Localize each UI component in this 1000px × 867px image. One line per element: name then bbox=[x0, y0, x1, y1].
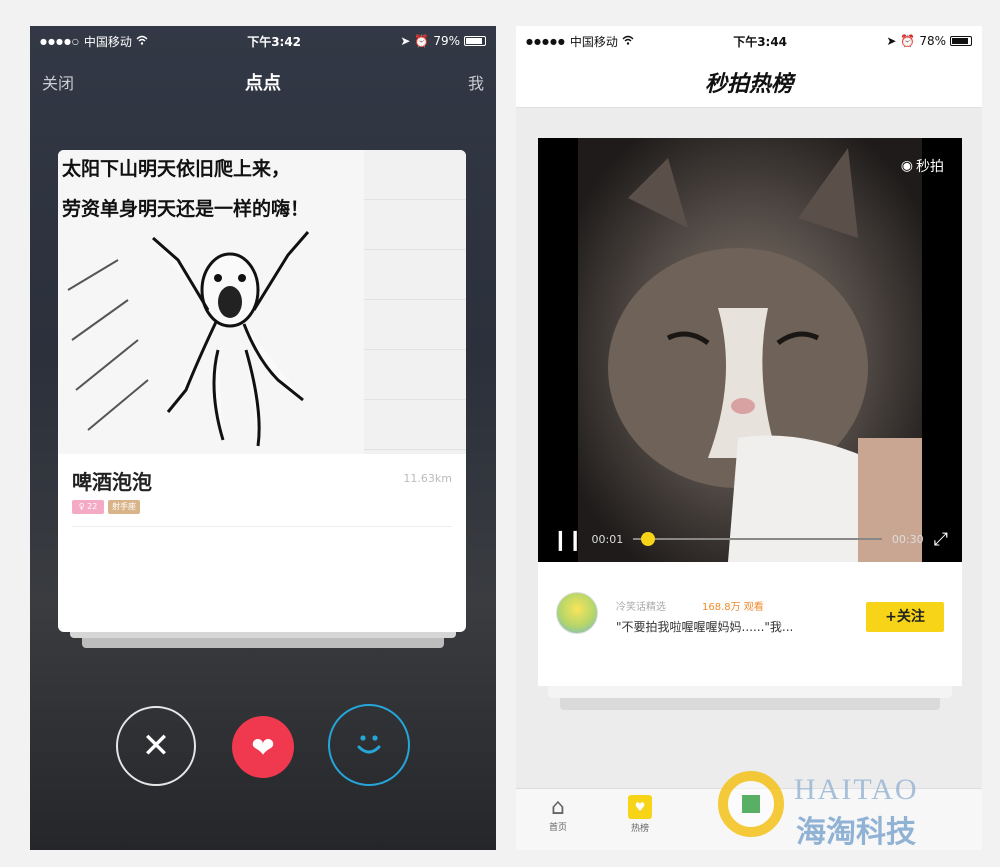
battery-icon bbox=[464, 36, 486, 46]
zodiac-tag: 射手座 bbox=[108, 500, 140, 514]
wifi-icon bbox=[622, 34, 634, 48]
avatar[interactable] bbox=[556, 592, 598, 634]
right-phone-screen: ●●●●● 中国移动 下午3:44 ➤ ⏰ 78% 秒拍热榜 ◉ 秒拍 ❙❙ 0… bbox=[516, 26, 982, 850]
fullscreen-icon[interactable]: ⤢ bbox=[934, 529, 948, 550]
carrier-label: 中国移动 bbox=[569, 34, 618, 49]
alarm-icon: ⏰ bbox=[414, 34, 430, 48]
wifi-icon bbox=[136, 34, 148, 48]
photo-thumbnail-strip bbox=[364, 150, 466, 454]
video-player[interactable]: ◉ 秒拍 ❙❙ 00:01 00:30 ⤢ bbox=[538, 138, 962, 562]
author-name[interactable]: 冷笑话精选 bbox=[616, 598, 666, 613]
meme-image: 太阳下山明天依旧爬上来， 劳资单身明天还是一样的嗨！ bbox=[58, 150, 364, 454]
haitao-logo-icon bbox=[718, 771, 784, 837]
status-bar: ●●●●○ 中国移动 下午3:42 ➤ ⏰ 79% bbox=[30, 26, 496, 56]
smile-icon bbox=[349, 723, 389, 767]
progress-thumb[interactable] bbox=[640, 532, 655, 546]
view-count: 168.8万 观看 bbox=[702, 602, 764, 613]
close-button[interactable]: 关闭 bbox=[42, 70, 74, 94]
battery-percent: 78% bbox=[919, 34, 946, 48]
like-button[interactable]: ❤ bbox=[232, 716, 294, 778]
battery-icon bbox=[950, 36, 972, 46]
left-phone-screen: ●●●●○ 中国移动 下午3:42 ➤ ⏰ 79% 关闭 点点 我 太阳下山明天… bbox=[30, 26, 496, 850]
page-title: 点点 bbox=[245, 73, 281, 94]
battery-percent: 79% bbox=[433, 34, 460, 48]
camera-icon: ◉ bbox=[900, 158, 913, 174]
video-watermark: ◉ 秒拍 bbox=[900, 158, 944, 175]
tab-bar: ⌂ 首页 ♥ 热榜 HAITAO 海淘科技 bbox=[516, 771, 982, 850]
alarm-icon: ⏰ bbox=[900, 34, 916, 48]
signal-indicator: ●●●●● bbox=[526, 36, 566, 46]
progress-track[interactable] bbox=[633, 532, 882, 546]
location-icon: ➤ bbox=[886, 34, 897, 48]
cat-video-frame bbox=[538, 138, 962, 562]
pause-button[interactable]: ❙❙ bbox=[552, 527, 583, 551]
haitao-brand-en: HAITAO bbox=[794, 773, 919, 806]
location-icon: ➤ bbox=[400, 34, 411, 48]
total-time: 00:30 bbox=[891, 532, 924, 546]
nav-bar: 关闭 点点 我 bbox=[30, 56, 496, 108]
profile-distance: 11.63km bbox=[403, 472, 452, 485]
heart-icon: ❤ bbox=[251, 730, 275, 764]
haitao-brand-cn: 海淘科技 bbox=[796, 815, 916, 850]
video-controls: ❙❙ 00:01 00:30 ⤢ bbox=[538, 516, 962, 562]
profile-name: 啤酒泡泡 bbox=[72, 470, 152, 494]
tab-hot[interactable]: ♥ 热榜 bbox=[610, 795, 670, 834]
super-like-button[interactable] bbox=[328, 704, 410, 786]
follow-button[interactable]: +关注 bbox=[866, 602, 944, 632]
page-title: 秒拍热榜 bbox=[516, 56, 982, 108]
elapsed-time: 00:01 bbox=[591, 532, 624, 546]
status-bar: ●●●●● 中国移动 下午3:44 ➤ ⏰ 78% bbox=[516, 26, 982, 56]
gender-age-tag: ♀ 22 bbox=[72, 500, 104, 514]
card-divider bbox=[72, 526, 452, 527]
hot-icon: ♥ bbox=[628, 795, 652, 819]
signal-indicator: ●●●●○ bbox=[40, 36, 80, 46]
profile-card[interactable]: 太阳下山明天依旧爬上来， 劳资单身明天还是一样的嗨！ 啤酒泡泡 11.63km … bbox=[58, 150, 466, 632]
video-caption: "不要拍我啦喔喔喔妈妈......"我... bbox=[616, 620, 794, 634]
status-time: 下午3:44 bbox=[733, 34, 788, 49]
author-card: 冷笑话精选 168.8万 观看 "不要拍我啦喔喔喔妈妈......"我... +… bbox=[538, 562, 962, 686]
status-time: 下午3:42 bbox=[247, 34, 302, 49]
profile-button[interactable]: 我 bbox=[468, 70, 484, 94]
meme-caption-line-1: 太阳下山明天依旧爬上来， bbox=[62, 158, 291, 180]
tab-home[interactable]: ⌂ 首页 bbox=[528, 795, 588, 833]
home-icon: ⌂ bbox=[551, 795, 565, 820]
close-icon: ✕ bbox=[141, 726, 171, 766]
haitao-watermark: HAITAO 海淘科技 bbox=[716, 767, 966, 850]
meme-caption-line-2: 劳资单身明天还是一样的嗨！ bbox=[62, 198, 310, 220]
dislike-button[interactable]: ✕ bbox=[116, 706, 196, 786]
carrier-label: 中国移动 bbox=[83, 34, 132, 49]
